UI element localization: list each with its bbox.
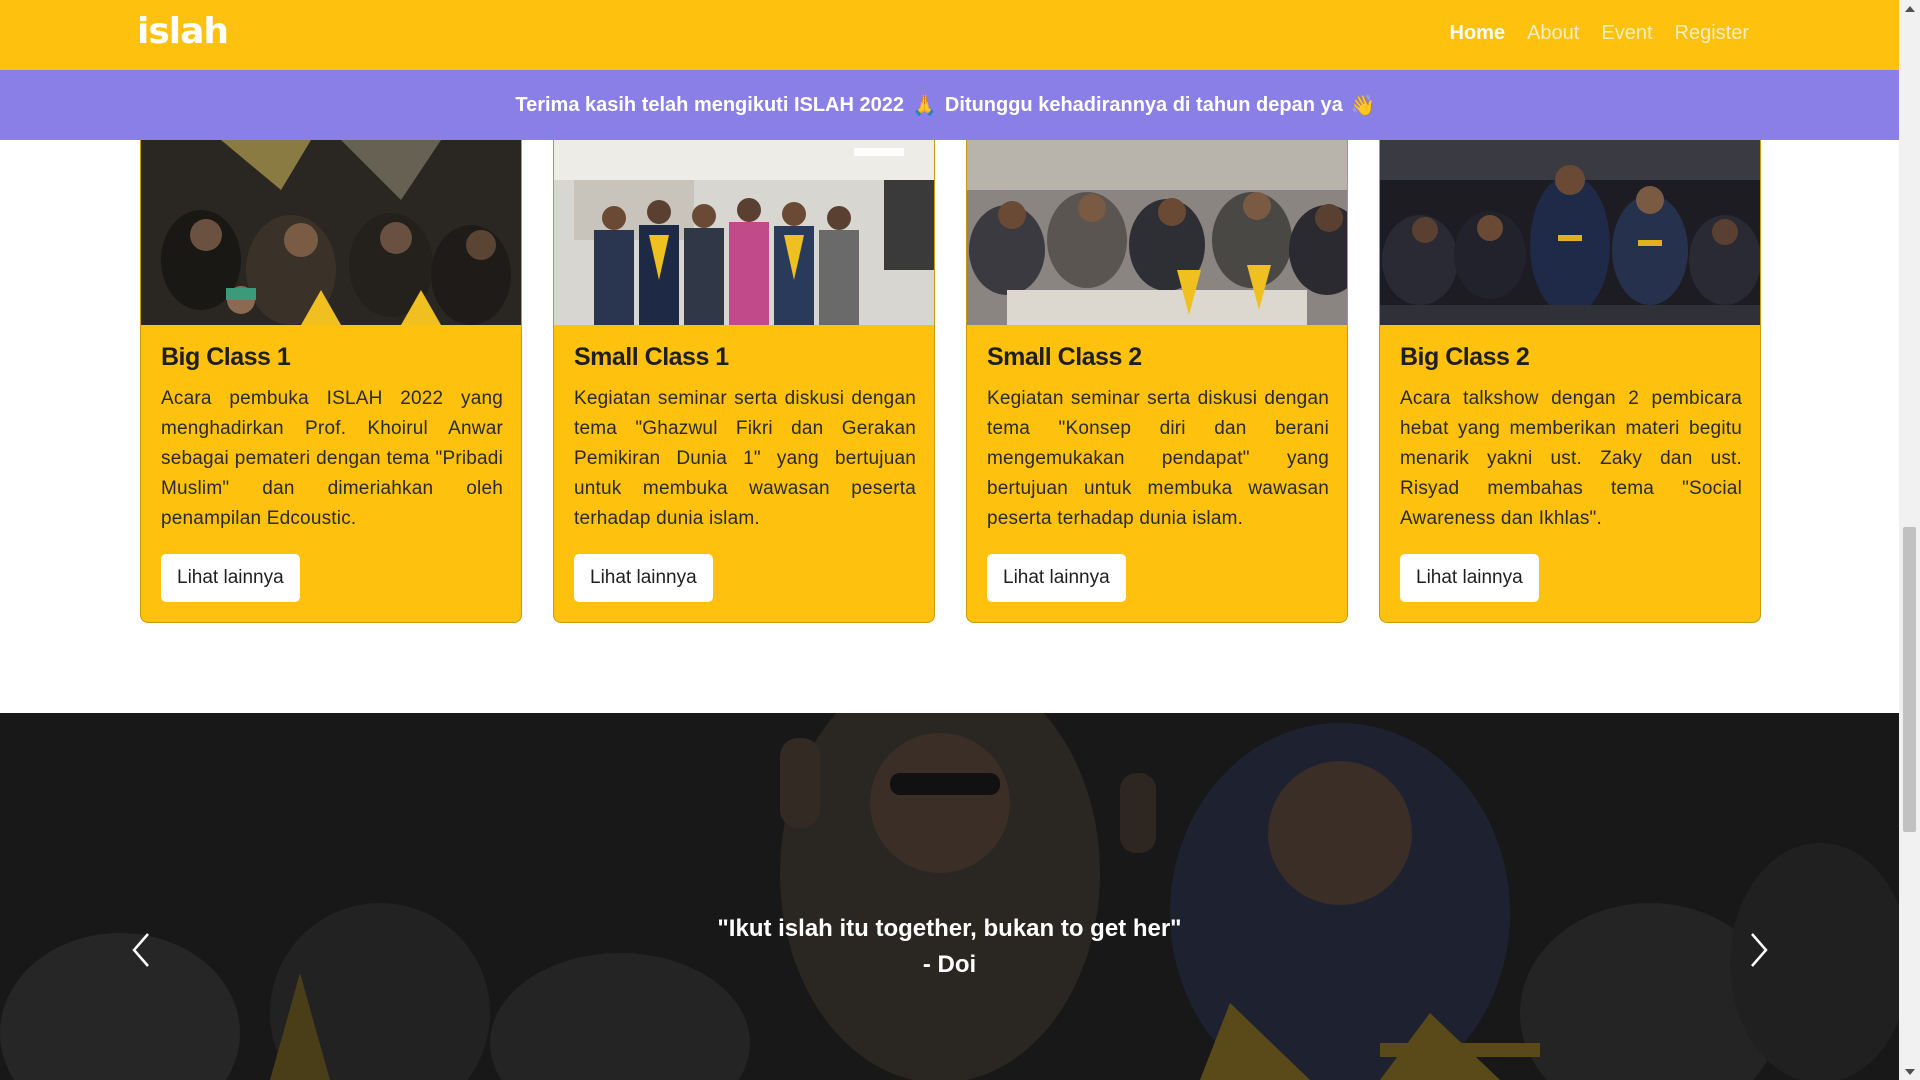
carousel-background-photo: [0, 713, 1899, 1080]
card-title: Small Class 1: [574, 343, 729, 371]
announcement-banner: Terima kasih telah mengikuti ISLAH 2022 …: [0, 70, 1899, 140]
waving-hand-icon: 👋: [1350, 93, 1376, 117]
card-photo-big-class-1: [141, 140, 521, 325]
banner-text-see-you: Ditunggu kehadirannya di tahun depan ya: [944, 93, 1343, 116]
praying-hands-icon: 🙏: [912, 93, 937, 117]
card-description: Kegiatan seminar serta diskusi dengan te…: [987, 388, 1329, 529]
see-more-button[interactable]: Lihat lainnya: [1400, 554, 1539, 602]
card-title: Big Class 2: [1400, 343, 1530, 371]
card-photo-small-class-1: [554, 140, 934, 325]
nav-link-about[interactable]: About: [1527, 22, 1579, 45]
testimonial-quote: "Ikut islah itu together, bukan to get h…: [717, 915, 1182, 942]
event-cards: Big Class 1 Acara pembuka ISLAH 2022 yan…: [140, 140, 1761, 623]
testimonial-carousel: "Ikut islah itu together, bukan to get h…: [0, 713, 1899, 1080]
nav-links: Home About Event Register: [1450, 22, 1749, 45]
nav-link-register[interactable]: Register: [1675, 22, 1749, 45]
see-more-button[interactable]: Lihat lainnya: [574, 554, 713, 602]
site-logo[interactable]: islah: [137, 14, 229, 50]
see-more-button[interactable]: Lihat lainnya: [987, 554, 1126, 602]
testimonial-author: - Doi: [922, 951, 977, 978]
scroll-up-icon[interactable]: [1899, 0, 1920, 17]
card-title: Small Class 2: [987, 343, 1142, 371]
navbar: islah Home About Event Register: [0, 0, 1899, 70]
event-card-small-class-2: Small Class 2 Kegiatan seminar serta dis…: [966, 140, 1348, 623]
chevron-right-icon: [1751, 933, 1768, 967]
page-scrollbar[interactable]: [1899, 0, 1920, 1080]
card-title: Big Class 1: [161, 343, 291, 371]
see-more-button[interactable]: Lihat lainnya: [161, 554, 300, 602]
scroll-thumb[interactable]: [1903, 527, 1916, 832]
nav-link-home[interactable]: Home: [1450, 22, 1506, 45]
event-card-small-class-1: Small Class 1 Kegiatan seminar serta dis…: [553, 140, 935, 623]
card-description: Acara talkshow dengan 2 pembicara hebat …: [1400, 388, 1742, 529]
card-photo-big-class-2: [1380, 140, 1760, 325]
nav-link-event[interactable]: Event: [1601, 22, 1652, 45]
scroll-down-icon[interactable]: [1899, 1063, 1920, 1080]
card-photo-small-class-2: [967, 140, 1347, 325]
event-card-big-class-2: Big Class 2 Acara talkshow dengan 2 pemb…: [1379, 140, 1761, 623]
card-description: Acara pembuka ISLAH 2022 yang menghadirk…: [161, 388, 503, 529]
carousel-next-button[interactable]: [1738, 928, 1778, 972]
card-description: Kegiatan seminar serta diskusi dengan te…: [574, 388, 916, 529]
banner-text-thanks: Terima kasih telah mengikuti ISLAH 2022: [515, 93, 904, 116]
event-card-big-class-1: Big Class 1 Acara pembuka ISLAH 2022 yan…: [140, 140, 522, 623]
